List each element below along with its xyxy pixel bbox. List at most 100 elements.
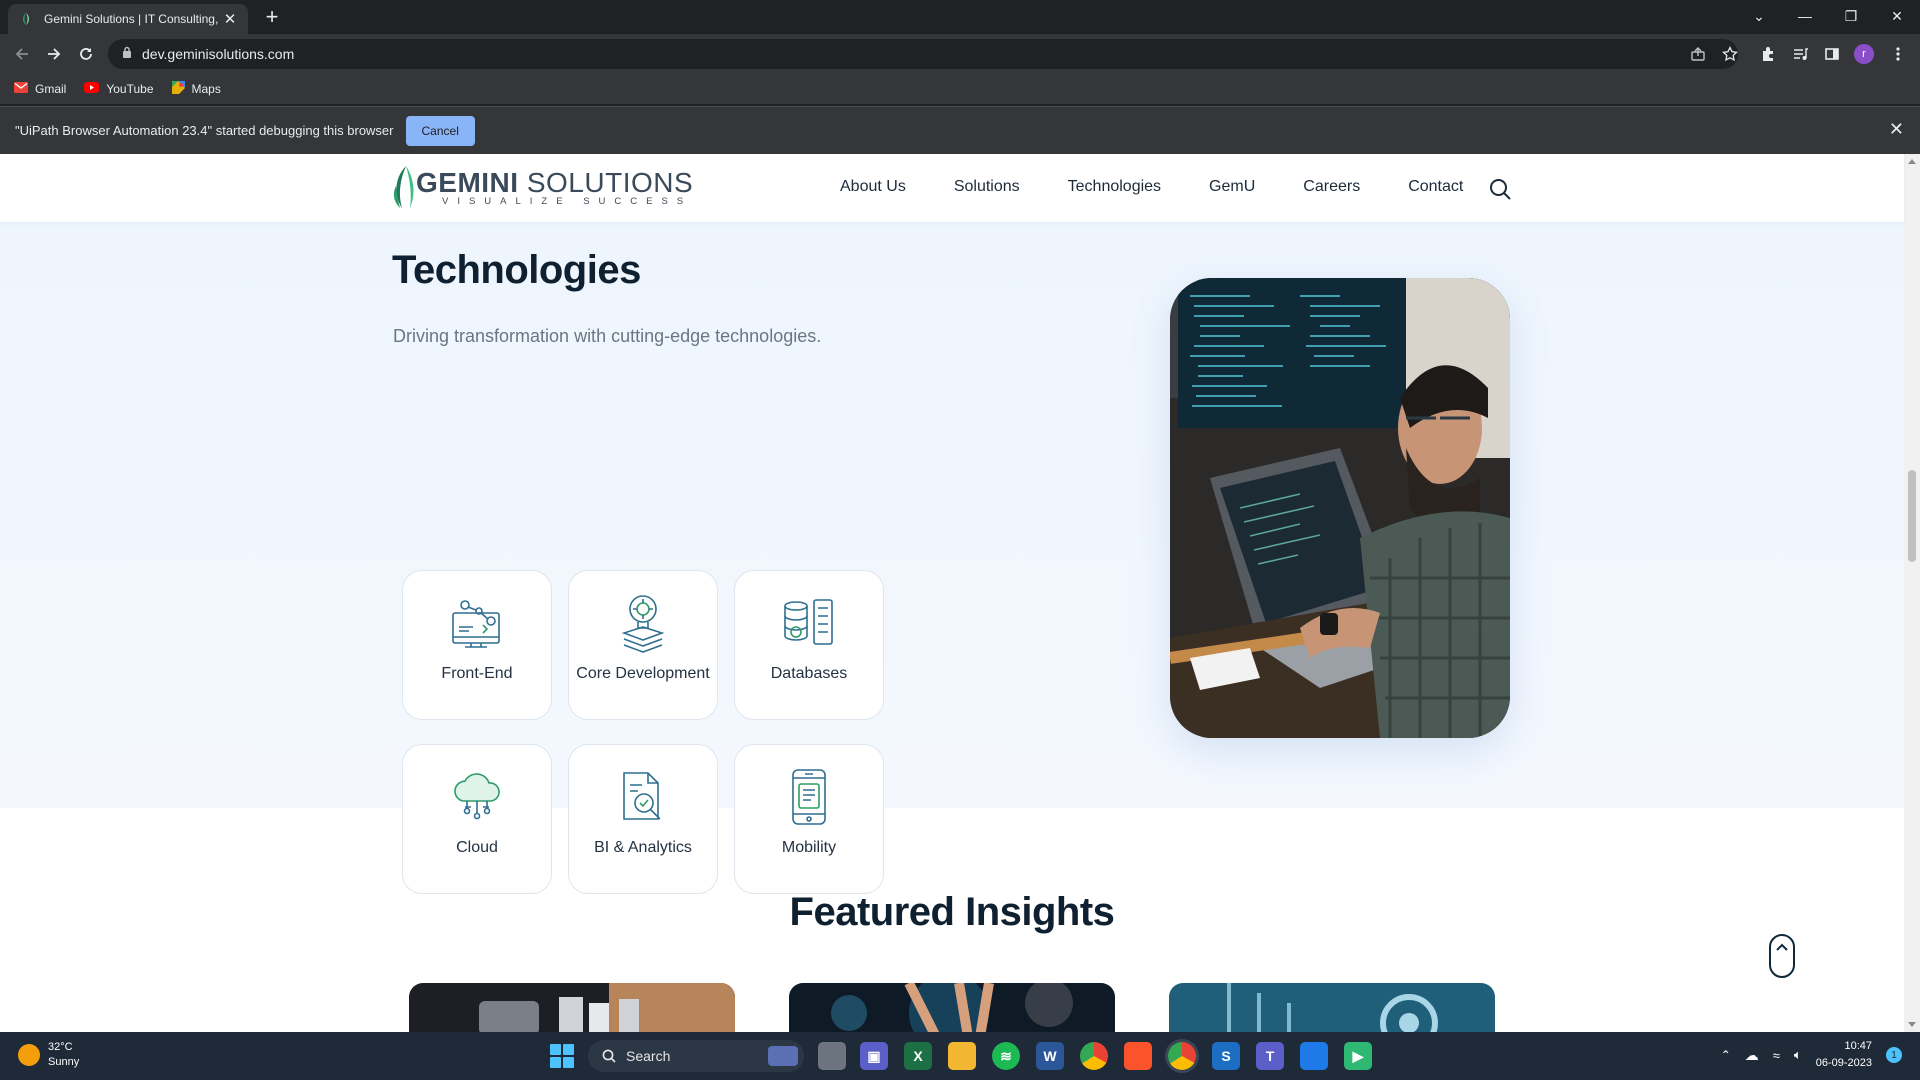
notification-badge[interactable]: 1	[1886, 1047, 1902, 1063]
volume-icon[interactable]: 🔈︎	[1794, 1047, 1802, 1063]
windows-start-icon[interactable]	[550, 1044, 574, 1068]
debugging-message: "UiPath Browser Automation 23.4" started…	[15, 123, 394, 138]
reload-button[interactable]	[72, 40, 100, 68]
spotify-icon[interactable]: ≋	[992, 1042, 1020, 1070]
close-window-button[interactable]: ✕	[1874, 0, 1920, 32]
scroll-down-arrow-icon[interactable]	[1908, 1022, 1916, 1027]
technologies-section: Technologies Driving transformation with…	[0, 222, 1904, 894]
front-end-icon	[445, 591, 509, 655]
card-label: BI & Analytics	[594, 839, 692, 856]
lock-icon	[122, 45, 132, 63]
sun-icon	[18, 1044, 40, 1066]
page-viewport: GEMINI SOLUTIONS VISUALIZE SUCCESS About…	[0, 154, 1920, 1032]
task-view-icon[interactable]	[818, 1042, 846, 1070]
forward-button[interactable]	[40, 40, 68, 68]
nav-solutions[interactable]: Solutions	[954, 178, 1020, 196]
tab-search-icon[interactable]: ⌄	[1736, 0, 1782, 32]
chrome-menu-icon[interactable]	[1884, 40, 1912, 68]
brave-icon[interactable]	[1124, 1042, 1152, 1070]
clock-date: 06-09-2023	[1815, 1057, 1872, 1069]
tech-card-mobility[interactable]: Mobility	[734, 744, 884, 894]
chevron-up-icon	[1776, 943, 1788, 951]
debugging-infobar: "UiPath Browser Automation 23.4" started…	[0, 106, 1920, 154]
bookmark-maps[interactable]: Maps	[171, 81, 221, 97]
profile-avatar[interactable]: r	[1850, 40, 1878, 68]
tech-card-core-development[interactable]: Core Development	[568, 570, 718, 720]
bookmark-star-icon[interactable]	[1716, 40, 1744, 68]
excel-icon[interactable]: X	[904, 1042, 932, 1070]
back-button[interactable]	[8, 40, 36, 68]
chevron-up-icon[interactable]: ⌃	[1721, 1048, 1731, 1062]
maps-icon	[171, 81, 185, 97]
minimize-button[interactable]: —	[1782, 0, 1828, 32]
insight-card-2[interactable]	[789, 983, 1115, 1032]
weather-widget[interactable]: 32°C Sunny	[18, 1040, 79, 1070]
profile-initial: r	[1854, 44, 1874, 64]
logo-tagline: VISUALIZE SUCCESS	[442, 195, 693, 207]
onedrive-icon[interactable]: ☁	[1745, 1047, 1759, 1064]
chrome-active-icon[interactable]	[1168, 1042, 1196, 1070]
weather-condition: Sunny	[48, 1056, 80, 1068]
chrome-icon[interactable]	[1080, 1042, 1108, 1070]
search-icon	[602, 1049, 616, 1063]
cancel-debug-button[interactable]: Cancel	[405, 115, 475, 146]
logo-word-light: SOLUTIONS	[518, 166, 694, 198]
tech-card-bi-analytics[interactable]: BI & Analytics	[568, 744, 718, 894]
section-subtitle: Driving transformation with cutting-edge…	[393, 326, 822, 346]
scrollbar-thumb[interactable]	[1908, 470, 1916, 562]
tech-card-cloud[interactable]: Cloud	[402, 744, 552, 894]
bookmark-gmail[interactable]: Gmail	[14, 82, 66, 96]
scroll-up-arrow-icon[interactable]	[1908, 159, 1916, 164]
restore-button[interactable]: ❐	[1828, 0, 1874, 32]
tech-card-databases[interactable]: Databases	[734, 570, 884, 720]
address-bar[interactable]: dev.geminisolutions.com	[108, 39, 1738, 69]
insight-card-1[interactable]	[409, 983, 735, 1032]
card-label: Cloud	[456, 839, 498, 856]
media-player-icon[interactable]: ▶	[1344, 1042, 1372, 1070]
page-scrollbar[interactable]	[1904, 154, 1920, 1032]
nav-contact[interactable]: Contact	[1408, 178, 1463, 196]
bookmark-youtube[interactable]: YouTube	[84, 82, 154, 96]
bi-analytics-icon	[611, 765, 675, 829]
side-panel-icon[interactable]	[1818, 40, 1846, 68]
new-tab-button[interactable]: +	[260, 6, 284, 30]
tab-close-icon[interactable]: ✕	[222, 10, 238, 28]
search-highlight-icon	[768, 1046, 798, 1066]
skype-icon[interactable]: S	[1212, 1042, 1240, 1070]
taskbar-search[interactable]: Search	[588, 1040, 804, 1072]
nav-about-us[interactable]: About Us	[840, 178, 906, 196]
gmail-icon	[14, 82, 28, 96]
wifi-icon[interactable]: ≈	[1773, 1048, 1780, 1063]
nav-careers[interactable]: Careers	[1303, 178, 1360, 196]
bookmark-label: YouTube	[106, 82, 154, 96]
teams-icon[interactable]: T	[1256, 1042, 1284, 1070]
site-logo[interactable]: GEMINI SOLUTIONS VISUALIZE SUCCESS	[392, 164, 693, 210]
teams-chat-icon[interactable]: ▣	[860, 1042, 888, 1070]
site-search-icon[interactable]	[1489, 178, 1511, 205]
clock[interactable]: 10:47 06-09-2023	[1816, 1038, 1872, 1072]
browser-tab[interactable]: Gemini Solutions | IT Consulting, ✕	[8, 4, 248, 34]
nav-gemu[interactable]: GemU	[1209, 178, 1255, 196]
logo-word-bold: GEMINI	[416, 166, 519, 198]
gemini-favicon-icon	[18, 11, 34, 27]
cloud-icon	[445, 765, 509, 829]
word-icon[interactable]: W	[1036, 1042, 1064, 1070]
media-control-icon[interactable]	[1786, 40, 1814, 68]
core-development-icon	[611, 591, 675, 655]
extensions-icon[interactable]	[1754, 40, 1782, 68]
share-icon[interactable]	[1684, 40, 1712, 68]
main-nav: About Us Solutions Technologies GemU Car…	[840, 178, 1463, 196]
scroll-to-top-button[interactable]	[1769, 934, 1795, 978]
notepad-icon[interactable]	[1300, 1042, 1328, 1070]
tab-strip: Gemini Solutions | IT Consulting, ✕ + ⌄ …	[0, 0, 1920, 34]
bookmark-label: Gmail	[35, 82, 67, 96]
insight-card-3[interactable]	[1169, 983, 1495, 1032]
tech-card-front-end[interactable]: Front-End	[402, 570, 552, 720]
card-label: Mobility	[781, 839, 837, 856]
card-label: Databases	[770, 665, 848, 682]
card-label: Front-End	[441, 665, 513, 682]
nav-technologies[interactable]: Technologies	[1068, 178, 1161, 196]
close-infobar-icon[interactable]: ✕	[1889, 119, 1904, 140]
file-explorer-icon[interactable]	[948, 1042, 976, 1070]
featured-insights-title: Featured Insights	[789, 890, 1115, 934]
